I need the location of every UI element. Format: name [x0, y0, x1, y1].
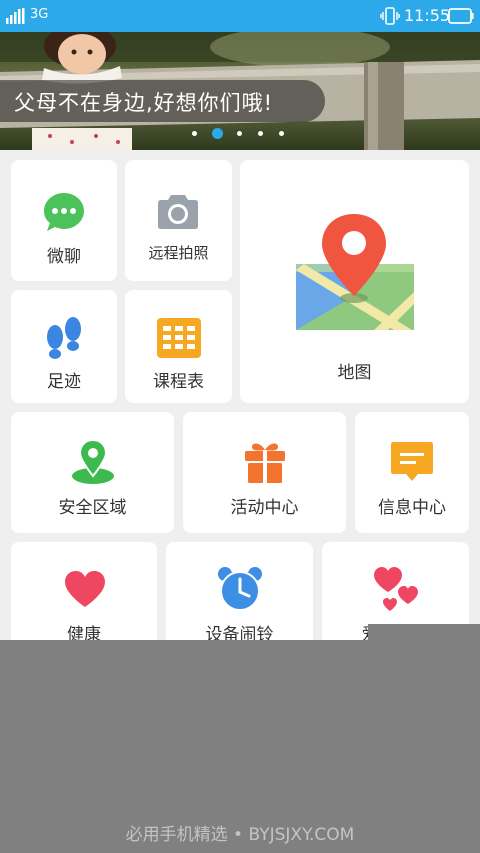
alarm-clock-icon — [217, 566, 263, 616]
clock-time: 11:55 — [404, 6, 451, 25]
tile-remote-photo[interactable]: 远程拍照 — [125, 160, 232, 281]
status-bar: 3G 11:55 — [0, 0, 480, 32]
tile-weiliao[interactable]: 微聊 — [11, 160, 117, 281]
tile-safe-zone[interactable]: 安全区域 — [11, 412, 174, 533]
tile-label: 安全区域 — [58, 498, 127, 518]
camera-icon — [157, 192, 199, 234]
grid-icon — [157, 318, 201, 362]
heart-icon — [64, 570, 106, 612]
carousel-dot-active[interactable] — [212, 128, 223, 139]
carousel-dot[interactable] — [279, 131, 284, 136]
tile-label: 信息中心 — [378, 498, 446, 518]
carousel-dot[interactable] — [258, 131, 263, 136]
carousel-dot[interactable] — [237, 131, 242, 136]
tile-label: 微聊 — [47, 247, 81, 267]
chat-icon — [42, 190, 86, 238]
vibrate-icon — [380, 7, 400, 29]
tile-footprint[interactable]: 足迹 — [11, 290, 117, 403]
gift-icon — [244, 438, 286, 488]
carousel-dot[interactable] — [192, 131, 197, 136]
battery-icon — [448, 8, 474, 28]
tile-label: 地图 — [337, 363, 372, 383]
banner-caption: 父母不在身边,好想你们哦! — [14, 91, 274, 115]
tile-label: 足迹 — [47, 372, 81, 392]
tile-label: 远程拍照 — [148, 244, 209, 262]
map-icon — [294, 212, 416, 338]
message-icon — [390, 440, 434, 488]
watermark-text: 必用手机精选 • BYJSJXY.COM — [125, 825, 355, 845]
tile-alarm[interactable]: 设备闹铃 — [166, 542, 313, 652]
hearts-icon — [372, 566, 420, 616]
signal-icon — [6, 8, 26, 28]
tile-map[interactable]: 地图 — [240, 160, 469, 403]
tile-activity[interactable]: 活动中心 — [183, 412, 346, 533]
tile-schedule[interactable]: 课程表 — [125, 290, 232, 403]
tile-label: 活动中心 — [230, 498, 299, 518]
footprints-icon — [43, 315, 85, 365]
tile-info[interactable]: 信息中心 — [355, 412, 469, 533]
tile-health[interactable]: 健康 — [11, 542, 157, 652]
tile-label: 课程表 — [153, 372, 204, 392]
network-type: 3G — [30, 7, 49, 22]
location-pin-icon — [70, 438, 116, 490]
